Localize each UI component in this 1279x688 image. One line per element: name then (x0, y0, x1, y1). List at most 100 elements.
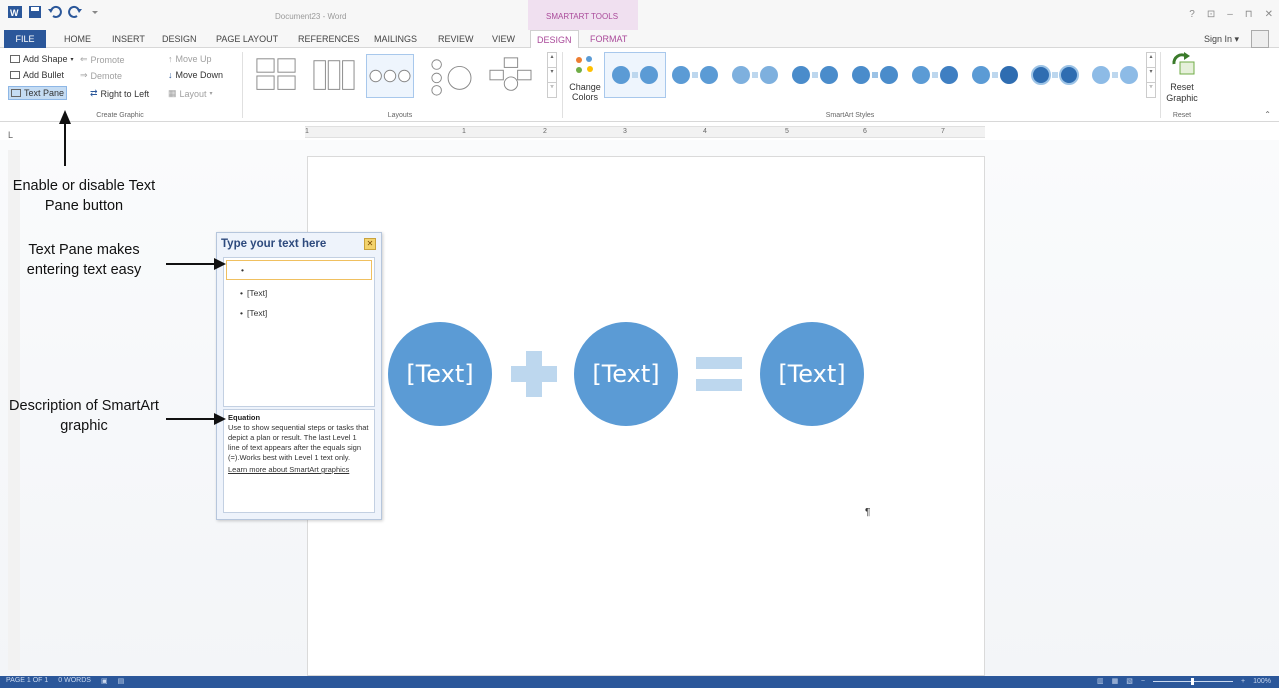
list-item[interactable]: [Text] (240, 288, 267, 298)
add-shape-icon (10, 55, 20, 63)
change-colors-button[interactable]: Change Colors (566, 82, 604, 102)
arrow-right-icon (214, 258, 226, 270)
page-count[interactable]: PAGE 1 OF 1 (6, 677, 48, 685)
add-shape-button[interactable]: Add Shape ▾ (10, 54, 74, 64)
move-down-button[interactable]: ↓ Move Down (168, 70, 223, 80)
print-layout-icon[interactable]: ▦ (1112, 677, 1119, 685)
more-icon[interactable]: ▿ (1147, 83, 1155, 98)
learn-more-link[interactable]: Learn more about SmartArt graphics (228, 465, 370, 475)
right-to-left-button[interactable]: ⇄ Right to Left (90, 88, 149, 99)
smartart-shape-1[interactable]: [Text] (388, 322, 492, 426)
list-item[interactable]: [Text] (240, 308, 267, 318)
move-up-label: Move Up (175, 54, 212, 64)
add-bullet-button[interactable]: Add Bullet (10, 70, 64, 80)
callout-line (166, 263, 216, 265)
avatar[interactable] (1251, 30, 1269, 48)
tab-references[interactable]: REFERENCES (292, 30, 366, 48)
layouts-gallery-scroll[interactable]: ▴ ▾ ▿ (547, 52, 557, 98)
redo-icon[interactable] (68, 5, 82, 19)
zoom-slider-thumb[interactable] (1191, 677, 1194, 685)
scroll-up-icon[interactable]: ▴ (1147, 53, 1155, 68)
more-icon[interactable]: ▿ (548, 83, 556, 98)
add-bullet-icon (10, 71, 20, 79)
promote-button[interactable]: ⇐ Promote (80, 54, 125, 65)
tab-view[interactable]: VIEW (486, 30, 521, 48)
macro-icon[interactable]: ▤ (118, 677, 125, 685)
zoom-slider[interactable] (1153, 677, 1233, 685)
scroll-up-icon[interactable]: ▴ (548, 53, 556, 68)
list-item[interactable] (241, 265, 248, 275)
layout-thumb-list[interactable] (252, 54, 300, 98)
layouts-group-label: Layouts (387, 112, 413, 119)
smartart-shape-2[interactable]: [Text] (574, 322, 678, 426)
text-pane-active-entry[interactable] (226, 260, 372, 280)
status-bar: PAGE 1 OF 1 0 WORDS ▣ ▤ ▥ ▦ ▧ − + 100% (0, 676, 1279, 688)
callout-description: Description of SmartArt graphic (9, 398, 159, 434)
ruler-tick: 4 (703, 128, 707, 135)
read-mode-icon[interactable]: ▥ (1097, 677, 1104, 685)
tab-file[interactable]: FILE (4, 30, 46, 48)
layout-thumb-columns[interactable] (310, 54, 358, 98)
save-icon[interactable] (28, 5, 42, 19)
layout-icon: ▦ (168, 88, 177, 98)
proofing-icon[interactable]: ▣ (101, 677, 108, 685)
style-thumb-8 (1031, 65, 1079, 85)
scroll-down-icon[interactable]: ▾ (1147, 68, 1155, 83)
sign-in-link[interactable]: Sign In ▾ (1204, 34, 1239, 45)
reset-group-label: Reset (1172, 112, 1192, 119)
group-separator (562, 52, 563, 118)
layout-thumb-cycle[interactable] (486, 54, 534, 98)
layout-thumb-equation[interactable] (366, 54, 414, 98)
demote-button[interactable]: ⇒ Demote (80, 70, 122, 81)
tab-design-doc[interactable]: DESIGN (156, 30, 203, 48)
text-pane-button[interactable]: Text Pane (8, 86, 68, 100)
demote-label: Demote (90, 70, 123, 81)
smartart-shape-3[interactable]: [Text] (760, 322, 864, 426)
word-count[interactable]: 0 WORDS (58, 677, 91, 685)
horizontal-ruler[interactable]: 1 1 2 3 4 5 6 7 (305, 126, 985, 138)
undo-icon[interactable] (48, 5, 62, 19)
ribbon-display-button[interactable]: ⊡ (1207, 9, 1215, 20)
style-thumb-5 (852, 66, 898, 84)
restore-button[interactable]: ⊓ (1245, 9, 1253, 20)
close-button[interactable]: ✕ (1265, 9, 1273, 20)
reset-graphic-button[interactable]: Reset Graphic (1160, 82, 1204, 104)
zoom-level[interactable]: 100% (1253, 678, 1271, 685)
tab-insert[interactable]: INSERT (106, 30, 151, 48)
layout-thumb-converge[interactable] (426, 54, 474, 98)
style-thumb-4 (792, 66, 838, 84)
close-icon[interactable]: ✕ (364, 238, 376, 250)
web-layout-icon[interactable]: ▧ (1126, 677, 1133, 685)
text-pane-label: Text Pane (24, 88, 65, 98)
tab-home[interactable]: HOME (58, 30, 97, 48)
ruler-tick: 7 (941, 128, 945, 135)
arrow-up-icon: ↑ (168, 54, 173, 64)
smartart-styles-gallery[interactable] (606, 52, 1156, 98)
layout-button[interactable]: ▦ Layout ▾ (168, 88, 213, 99)
styles-gallery-scroll[interactable]: ▴ ▾ ▿ (1146, 52, 1156, 98)
zoom-out-icon[interactable]: − (1141, 678, 1145, 685)
help-button[interactable]: ? (1189, 9, 1195, 20)
callout-line (166, 418, 216, 420)
tab-selector[interactable]: L (8, 130, 13, 140)
description-title: Equation (228, 413, 261, 422)
color-palette-icon (576, 56, 593, 73)
ribbon: Add Shape ▾ Add Bullet Text Pane ⇐ Promo… (0, 48, 1279, 122)
zoom-in-icon[interactable]: + (1241, 678, 1245, 685)
collapse-ribbon-icon[interactable]: ⌃ (1264, 110, 1271, 119)
customize-qat-icon[interactable] (88, 5, 102, 19)
style-thumb-3 (732, 66, 778, 84)
add-bullet-label: Add Bullet (23, 70, 65, 80)
move-up-button[interactable]: ↑ Move Up (168, 54, 212, 64)
tab-smartart-format[interactable]: FORMAT (584, 30, 633, 48)
scroll-down-icon[interactable]: ▾ (548, 68, 556, 83)
tab-smartart-design[interactable]: DESIGN (530, 30, 579, 48)
minimize-button[interactable]: – (1227, 9, 1233, 20)
tab-page-layout[interactable]: PAGE LAYOUT (210, 30, 284, 48)
tab-review[interactable]: REVIEW (432, 30, 480, 48)
arrow-right-icon (214, 413, 226, 425)
tab-mailings[interactable]: MAILINGS (368, 30, 423, 48)
move-down-label: Move Down (175, 70, 224, 80)
window-controls: ? ⊡ – ⊓ ✕ (1189, 9, 1273, 20)
text-pane-list[interactable]: [Text] [Text] (223, 257, 375, 407)
